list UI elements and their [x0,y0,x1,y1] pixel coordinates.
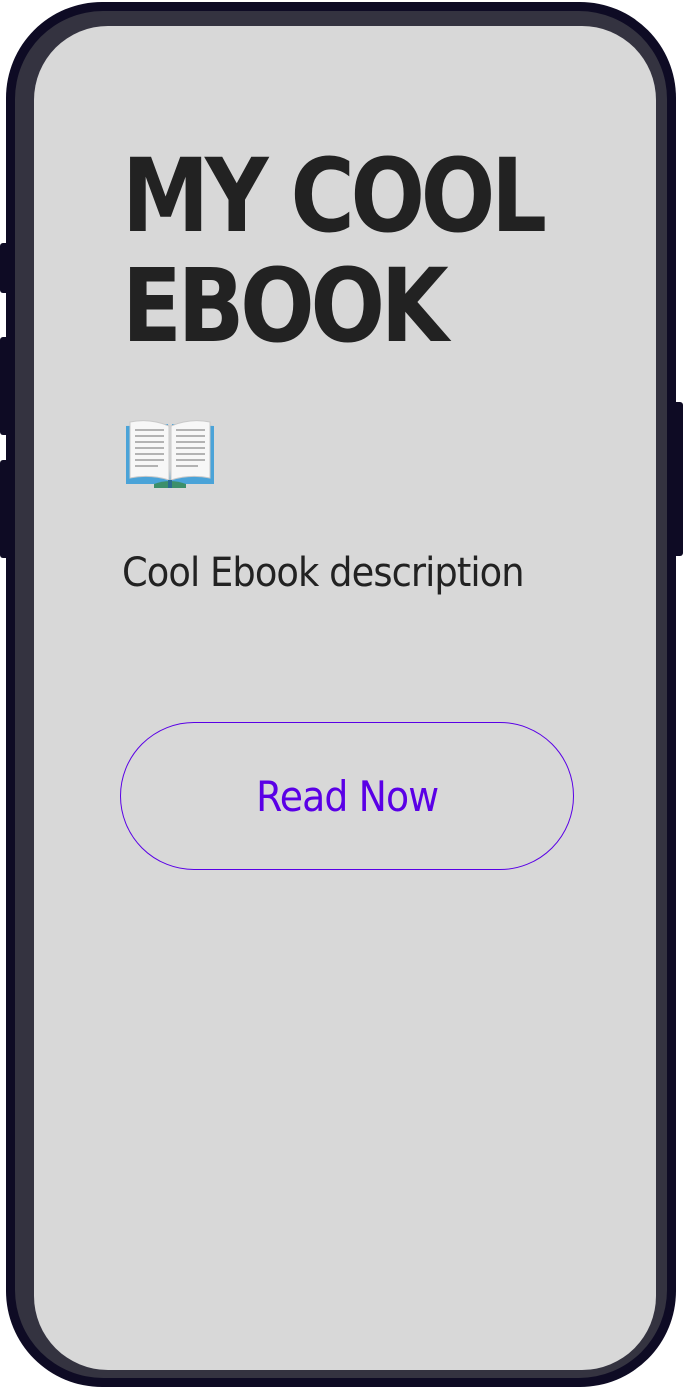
phone-frame: MY COOL EBOOK Cool Ebook description Rea… [6,2,676,1387]
read-now-button[interactable]: Read Now [120,722,574,870]
ebook-title: MY COOL EBOOK [122,137,547,366]
phone-screen: MY COOL EBOOK Cool Ebook description Rea… [34,26,656,1370]
read-now-label: Read Now [255,771,439,821]
volume-down-button [0,460,10,558]
open-book-icon [124,418,216,490]
ebook-description: Cool Ebook description [122,550,525,596]
power-button [673,402,683,556]
volume-up-button [0,337,10,435]
mute-switch [0,243,10,293]
